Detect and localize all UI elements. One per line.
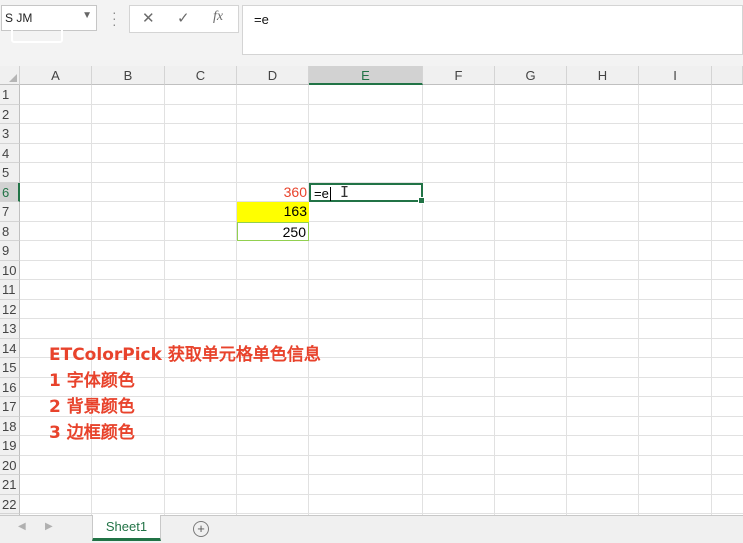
note-item-2: 2 背景颜色 — [49, 397, 135, 417]
add-sheet-icon[interactable]: + — [193, 521, 209, 537]
row-gridline — [20, 240, 743, 241]
row-header-6[interactable]: 6 — [0, 182, 20, 202]
name-box-overlay — [11, 27, 63, 43]
row-gridline — [20, 162, 743, 163]
column-gridline — [711, 85, 712, 515]
sheet-tab-bar: ◀ ▶ Sheet1 + — [0, 515, 743, 543]
row-gridline — [20, 513, 743, 514]
row-gridline — [20, 493, 743, 495]
column-gridline — [494, 85, 495, 515]
spreadsheet-grid[interactable]: A B C D E F G H I 1 2 3 4 5 6 7 8 9 10 11 12 13 14 15 16 17 18 19 20… — [0, 66, 743, 515]
row-gridline — [20, 337, 743, 339]
formula-buttons: ✕ ✓ fx — [129, 5, 239, 33]
cell-d7[interactable]: 163 — [237, 202, 309, 222]
row-header-4[interactable]: 4 — [0, 143, 20, 163]
column-header-g[interactable]: G — [495, 66, 567, 85]
row-header-2[interactable]: 2 — [0, 104, 20, 124]
column-gridline — [638, 85, 639, 515]
row-header-9[interactable]: 9 — [0, 241, 20, 261]
row-gridline — [20, 220, 743, 222]
column-header-b[interactable]: B — [92, 66, 165, 85]
row-header-7[interactable]: 7 — [0, 202, 20, 222]
column-header-i[interactable]: I — [639, 66, 712, 85]
row-header-15[interactable]: 15 — [0, 358, 20, 378]
cell-d6[interactable]: 360 — [237, 183, 309, 203]
column-gridline — [308, 85, 309, 515]
active-cell-e6[interactable]: =e I — [309, 182, 425, 204]
column-header-c[interactable]: C — [165, 66, 237, 85]
formula-input[interactable]: =e — [242, 5, 743, 55]
row-header-22[interactable]: 22 — [0, 494, 20, 514]
scroll-right-icon[interactable]: ▶ — [45, 521, 53, 532]
column-header-h[interactable]: H — [567, 66, 639, 85]
column-gridline — [566, 85, 567, 515]
cancel-icon[interactable]: ✕ — [142, 9, 155, 27]
row-header-18[interactable]: 18 — [0, 416, 20, 436]
row-header-13[interactable]: 13 — [0, 319, 20, 339]
row-gridline — [20, 142, 743, 144]
insert-function-icon[interactable]: fx — [213, 9, 223, 25]
enter-icon[interactable]: ✓ — [177, 9, 190, 27]
column-gridline — [91, 85, 92, 515]
row-gridline — [20, 454, 743, 456]
row-gridline — [20, 259, 743, 261]
scroll-left-icon[interactable]: ◀ — [18, 521, 26, 532]
column-header-e[interactable]: E — [309, 66, 423, 85]
column-header-a[interactable]: A — [20, 66, 92, 85]
formula-text: =e — [254, 12, 269, 27]
fill-handle[interactable] — [418, 197, 425, 204]
row-header-17[interactable]: 17 — [0, 397, 20, 417]
row-header-12[interactable]: 12 — [0, 299, 20, 319]
row-header-5[interactable]: 5 — [0, 163, 20, 183]
column-gridline — [236, 85, 237, 515]
row-gridline — [20, 298, 743, 300]
cell-d8[interactable]: 250 — [237, 221, 309, 241]
row-header-14[interactable]: 14 — [0, 338, 20, 358]
row-gridline — [20, 123, 743, 124]
ibeam-cursor-icon: I — [340, 182, 350, 201]
column-header-overflow — [712, 66, 743, 85]
sheet-tab-sheet1[interactable]: Sheet1 — [92, 515, 161, 541]
row-header-20[interactable]: 20 — [0, 455, 20, 475]
row-header-1[interactable]: 1 — [0, 85, 20, 105]
row-gridline — [20, 318, 743, 319]
active-cell-text: =e — [314, 185, 329, 201]
column-header-d[interactable]: D — [237, 66, 309, 85]
chevron-down-icon[interactable]: ▼ — [82, 10, 92, 21]
row-header-16[interactable]: 16 — [0, 377, 20, 397]
note-title: ETColorPick 获取单元格单色信息 — [49, 345, 321, 365]
row-header-3[interactable]: 3 — [0, 124, 20, 144]
column-gridline — [164, 85, 165, 515]
row-header-21[interactable]: 21 — [0, 475, 20, 495]
row-header-11[interactable]: 11 — [0, 280, 20, 300]
text-caret — [330, 186, 331, 201]
more-options-icon[interactable]: · · · — [112, 5, 118, 31]
column-header-f[interactable]: F — [423, 66, 495, 85]
row-header-10[interactable]: 10 — [0, 260, 20, 280]
name-box-value: S JM — [5, 11, 33, 25]
column-gridline — [422, 85, 423, 515]
row-gridline — [20, 103, 743, 105]
row-header-19[interactable]: 19 — [0, 436, 20, 456]
note-item-1: 1 字体颜色 — [49, 371, 135, 391]
formula-area: S JM ▼ · · · ✕ ✓ fx =e — [0, 0, 743, 66]
note-item-3: 3 边框颜色 — [49, 423, 135, 443]
row-gridline — [20, 474, 743, 475]
row-header-8[interactable]: 8 — [0, 221, 20, 241]
select-all-corner[interactable] — [0, 66, 20, 85]
row-gridline — [20, 279, 743, 280]
